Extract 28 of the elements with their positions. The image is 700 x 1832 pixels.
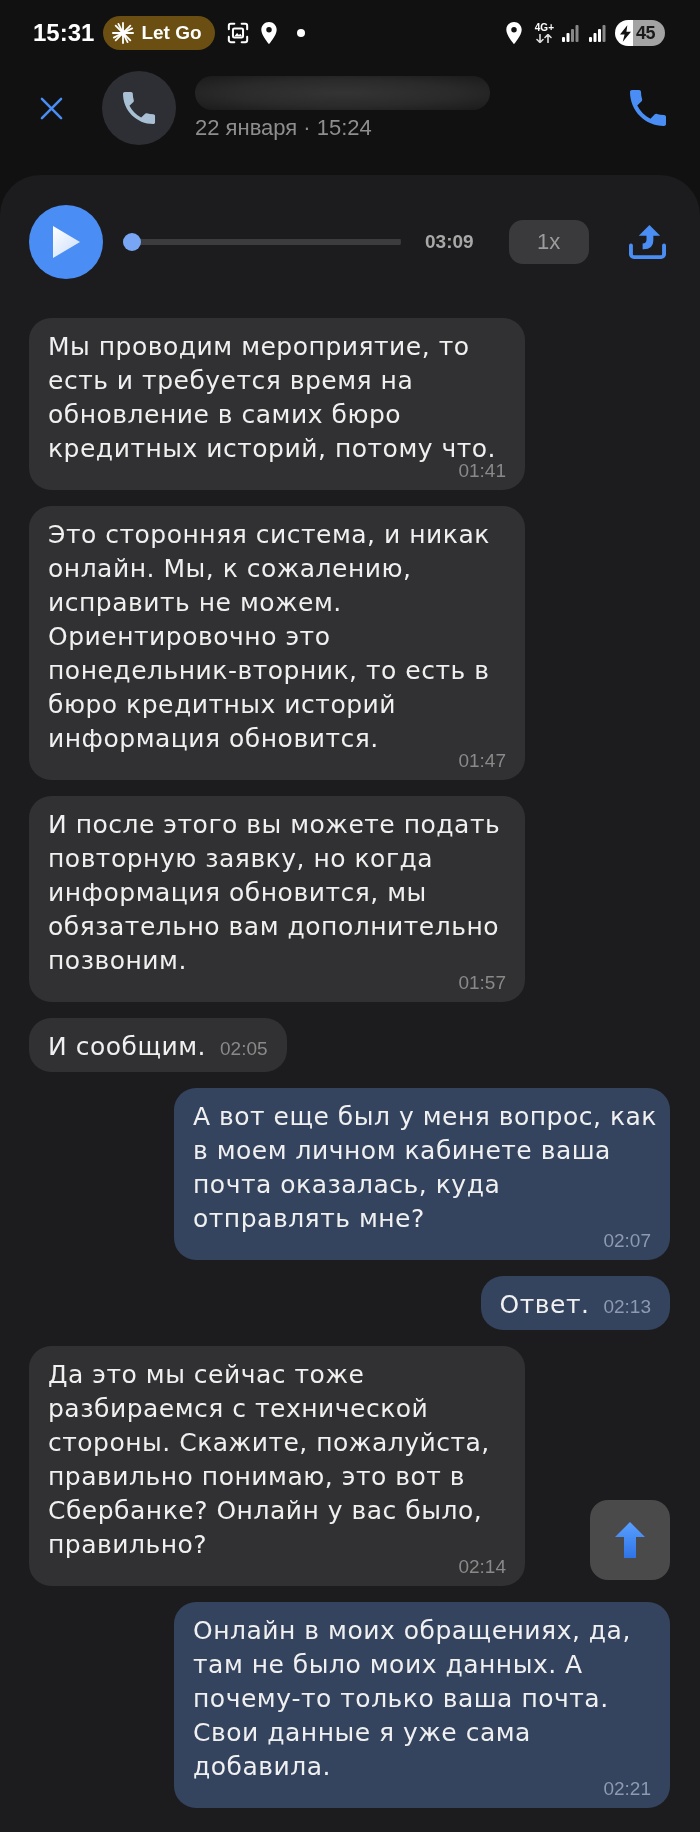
message-text: Ответ.: [499, 1289, 590, 1321]
arrow-up-icon: [615, 1522, 645, 1558]
battery-percent: 45: [636, 22, 656, 44]
message-time: 02:05: [220, 1038, 268, 1060]
message-time: 02:13: [603, 1296, 651, 1318]
location-pin-icon: [259, 22, 278, 44]
screenshot-icon: [226, 22, 249, 44]
phone-icon[interactable]: [630, 90, 666, 126]
network-type: 4G+: [534, 23, 554, 33]
status-time: 15:31: [33, 19, 95, 47]
audio-duration: 03:09: [425, 231, 474, 253]
bolt-icon: [620, 24, 631, 42]
playback-speed-button[interactable]: 1x: [508, 220, 589, 264]
notification-dot-icon: [296, 29, 305, 37]
signal-bars-icon: [589, 24, 606, 42]
close-icon[interactable]: [40, 96, 63, 120]
phone-avatar-icon: [102, 71, 176, 145]
play-icon: [52, 226, 80, 258]
share-icon[interactable]: [627, 224, 667, 260]
call-date: 22 января · 15:24: [195, 114, 373, 141]
signal-bars-icon: [562, 24, 579, 42]
scroll-to-top-button[interactable]: [590, 1500, 670, 1580]
location-pin-icon: [504, 22, 523, 44]
message-text: И сообщим.: [48, 1031, 206, 1063]
progress-thumb[interactable]: [123, 233, 141, 251]
sparkle-icon: [112, 22, 135, 44]
data-arrows-icon: [536, 34, 553, 43]
status-chip[interactable]: Let Go: [103, 16, 215, 50]
